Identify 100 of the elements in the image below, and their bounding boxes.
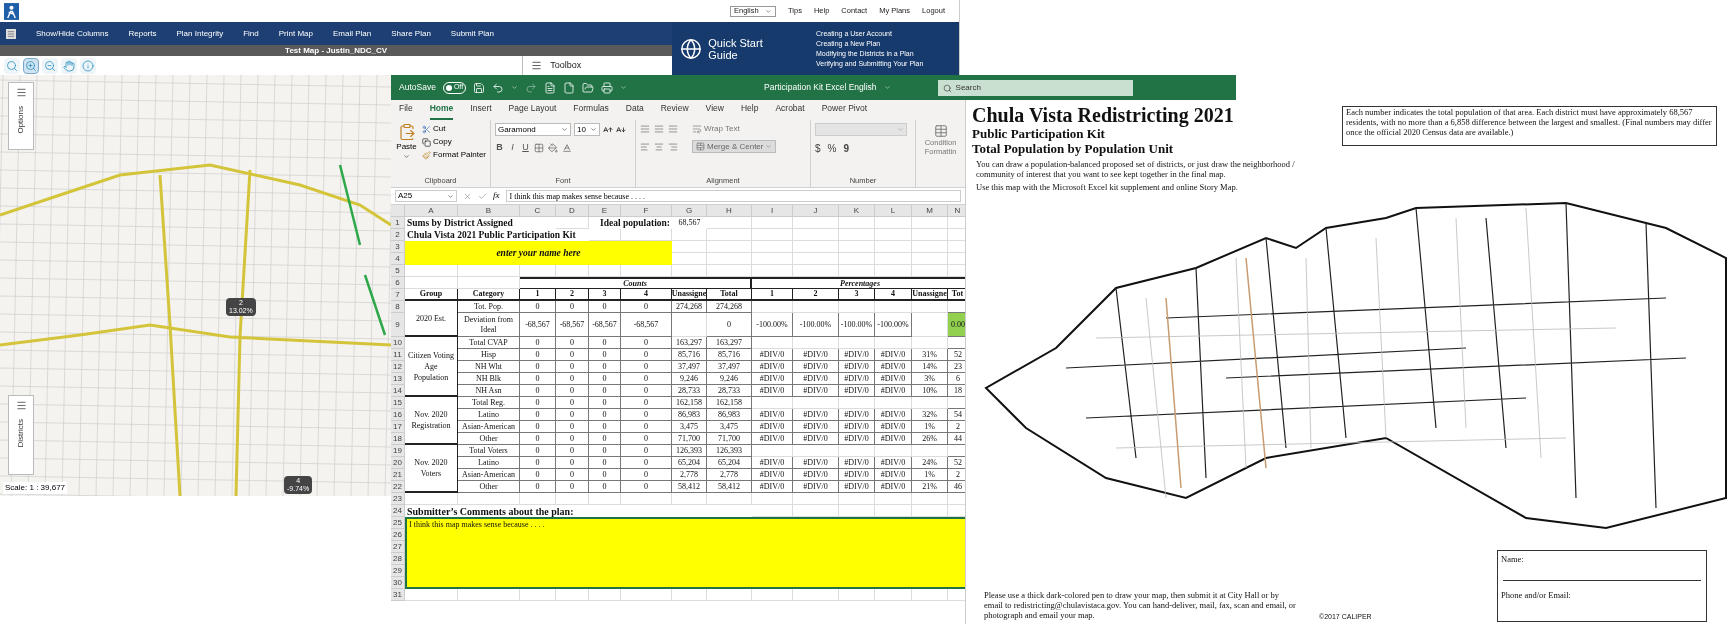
wrap-text-button[interactable]: Wrap Text — [692, 123, 740, 135]
side-tab[interactable]: Options — [8, 82, 34, 150]
printer-icon[interactable] — [601, 81, 614, 94]
currency-button[interactable]: $ — [815, 141, 821, 156]
row-number: 19 — [391, 445, 405, 457]
ribbon-tab[interactable]: Acrobat — [775, 102, 805, 120]
merge-icon — [696, 142, 705, 151]
category-cell: Total Reg. — [458, 397, 520, 409]
menu-item[interactable]: Show/Hide Columns — [36, 27, 109, 40]
value-cell: 1% — [912, 421, 948, 433]
value-cell: #DIV/0 — [875, 433, 912, 445]
align-middle-icon[interactable] — [654, 124, 664, 134]
menu-item[interactable]: Reports — [128, 27, 157, 40]
value-cell: 85,716 — [672, 349, 707, 361]
row-number: 2 — [391, 229, 405, 241]
save-icon[interactable] — [473, 81, 486, 94]
comma-button[interactable]: 9 — [843, 141, 850, 156]
ribbon-tab[interactable]: File — [399, 102, 413, 120]
font-color-icon[interactable] — [562, 142, 572, 153]
value-cell: 24% — [912, 457, 948, 469]
zoom-extent-button[interactable] — [4, 57, 20, 74]
paint-bucket-icon[interactable] — [548, 142, 558, 153]
name-box[interactable]: A25 — [395, 190, 457, 202]
value-cell: 9,246 — [707, 373, 752, 385]
caret-icon[interactable] — [883, 84, 891, 91]
ribbon-tab[interactable]: Formulas — [573, 102, 609, 120]
close-icon[interactable] — [463, 191, 472, 201]
name-entry-cell[interactable]: enter your name here — [405, 241, 672, 265]
ribbon-tab[interactable]: Review — [660, 102, 689, 120]
value-cell: #DIV/0 — [839, 469, 875, 481]
undo-icon[interactable] — [492, 81, 505, 94]
caret-icon — [765, 143, 773, 150]
format-painter-button[interactable]: Format Painter — [422, 149, 486, 161]
increase-font-icon[interactable] — [603, 124, 613, 135]
align-top-icon[interactable] — [640, 124, 650, 134]
document-icon[interactable] — [544, 81, 557, 94]
zoom-out-button[interactable] — [42, 57, 58, 74]
underline-button[interactable]: U — [521, 141, 530, 155]
merge-center-button[interactable]: Merge & Center — [692, 140, 777, 153]
row-number: 10 — [391, 337, 405, 349]
new-file-icon[interactable] — [563, 81, 576, 94]
copy-button[interactable]: Copy — [422, 136, 486, 148]
value-cell: 126,393 — [707, 445, 752, 457]
caret-icon[interactable] — [620, 84, 628, 91]
value-cell: 0 — [589, 481, 621, 493]
bold-button[interactable]: B — [495, 141, 504, 155]
comment-cell[interactable]: I think this map makes sense because . . . . — [405, 517, 965, 589]
select-all-corner[interactable] — [391, 205, 405, 217]
borders-icon[interactable] — [534, 142, 544, 153]
row-number: 17 — [391, 421, 405, 433]
value-cell: #DIV/0 — [875, 409, 912, 421]
copy-icon — [422, 137, 432, 147]
italic-button[interactable]: I — [508, 141, 517, 155]
row-number: 30 — [391, 577, 405, 589]
ribbon-tab[interactable]: View — [705, 102, 724, 120]
value-cell: 0 — [707, 313, 752, 337]
formula-field[interactable]: I think this map makes sense because . . . . — [505, 190, 961, 202]
group-cell: Citizen Voting Age Population — [405, 337, 458, 397]
menu-item[interactable]: Email Plan — [333, 27, 372, 40]
ribbon-tab[interactable]: Data — [625, 102, 644, 120]
font-size-dropdown[interactable]: 10 — [574, 123, 600, 136]
search-field[interactable]: Search — [937, 79, 1133, 96]
info-button[interactable] — [80, 57, 96, 74]
column-heading: 3 — [839, 289, 875, 301]
value-cell: 126,393 — [672, 445, 707, 457]
align-right-icon[interactable] — [668, 141, 678, 152]
caret-icon[interactable] — [511, 84, 519, 91]
menu-item[interactable]: Share Plan — [391, 27, 431, 40]
total-percent-cell: 52 — [948, 457, 965, 469]
menu-button[interactable] — [6, 28, 16, 39]
decrease-font-icon[interactable] — [616, 124, 626, 135]
total-percent-cell: 46 — [948, 481, 965, 493]
value-cell: 0 — [520, 409, 556, 421]
paste-button[interactable]: Paste — [395, 123, 419, 161]
side-tab[interactable]: Districts — [8, 395, 34, 475]
pan-button[interactable] — [61, 57, 77, 74]
percent-button[interactable]: % — [827, 141, 837, 156]
menu-item[interactable]: Plan Integrity — [176, 27, 224, 40]
align-center-icon[interactable] — [654, 141, 664, 152]
align-bottom-icon[interactable] — [668, 124, 678, 134]
menu-item[interactable]: Submit Plan — [450, 27, 494, 40]
ribbon-tab[interactable]: Insert — [470, 102, 492, 120]
align-left-icon[interactable] — [640, 141, 650, 152]
ribbon-tab[interactable]: Power Pivot — [821, 102, 868, 120]
row-number: 6 — [391, 277, 405, 289]
font-name-dropdown[interactable]: Garamond — [495, 123, 571, 136]
ribbon-tab[interactable]: Help — [740, 102, 759, 120]
number-format-dropdown[interactable] — [815, 123, 907, 136]
zoom-in-button[interactable] — [23, 57, 39, 74]
menu-icon — [15, 400, 27, 411]
menu-item[interactable]: Find — [243, 27, 259, 40]
value-cell: 1% — [912, 469, 948, 481]
menu-item[interactable]: Print Map — [278, 27, 313, 40]
value-cell: 3,475 — [672, 421, 707, 433]
paintbrush-icon — [422, 150, 432, 160]
ribbon-tab[interactable]: Page Layout — [508, 102, 557, 120]
cut-button[interactable]: Cut — [422, 123, 486, 135]
check-icon[interactable] — [478, 191, 487, 201]
folder-icon[interactable] — [582, 81, 595, 94]
value-cell: #DIV/0 — [752, 469, 793, 481]
